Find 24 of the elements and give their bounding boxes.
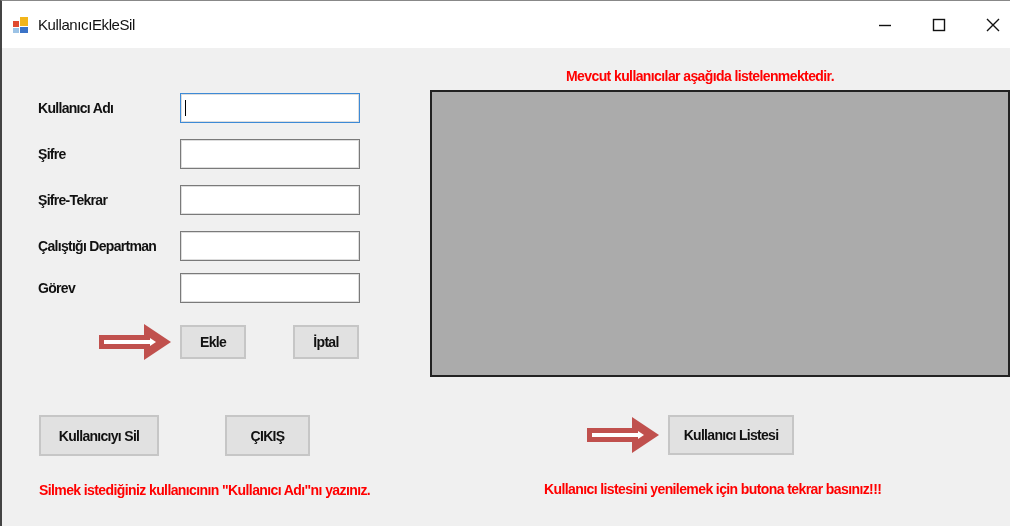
delete-user-button[interactable]: Kullanıcıyı Sil [39, 415, 159, 456]
field-label: Görev [38, 280, 77, 296]
list-caption: Mevcut kullanıcılar aşağıda listelenmektedir. [566, 68, 834, 84]
exit-button[interactable]: ÇIKIŞ [225, 415, 310, 456]
maximize-icon[interactable] [932, 17, 946, 32]
text-field[interactable] [180, 139, 360, 169]
close-icon[interactable] [986, 17, 1000, 32]
refresh-hint: Kullanıcı listesini yenilemek için butona tekrar basınız!!! [544, 481, 883, 497]
text-field[interactable] [180, 185, 360, 215]
field-label: Şifre [38, 146, 67, 162]
text-field[interactable] [180, 273, 360, 303]
text-field[interactable] [180, 231, 360, 261]
user-list-button[interactable]: Kullanıcı Listesi [668, 415, 794, 455]
cancel-button[interactable]: İptal [293, 325, 359, 359]
window-title: KullanıcıEkleSil [38, 16, 135, 33]
arrow-icon [586, 416, 660, 454]
app-icon [12, 15, 30, 34]
field-label: Şifre-Tekrar [38, 192, 109, 208]
field-label: Kullanıcı Adı [38, 100, 115, 116]
field-label: Çalıştığı Departman [38, 238, 158, 254]
delete-hint: Silmek istediğiniz kullanıcının "Kullanıcı Adı"nı yazınız. [39, 482, 372, 498]
text-field[interactable] [180, 93, 360, 123]
add-button[interactable]: Ekle [180, 325, 246, 359]
arrow-icon [98, 323, 172, 361]
